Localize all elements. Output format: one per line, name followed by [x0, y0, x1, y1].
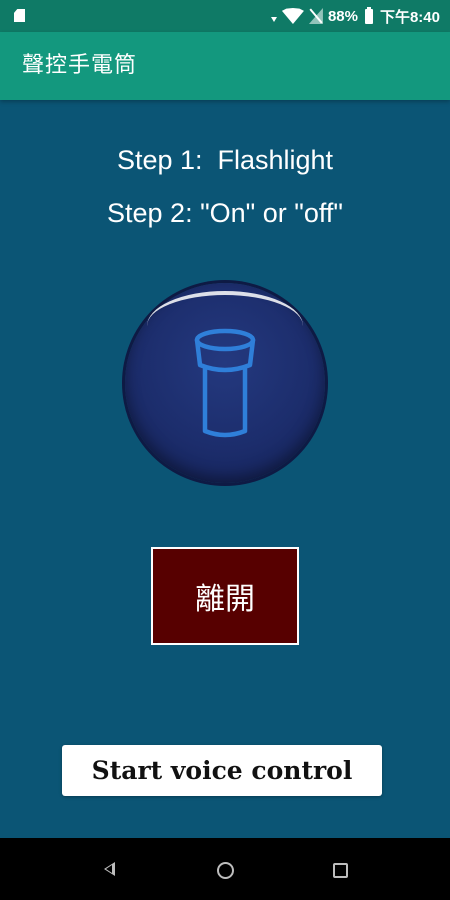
leave-button[interactable]: 離開: [151, 547, 299, 645]
navigation-bar: [0, 838, 450, 900]
app-bar: 聲控手電筒: [0, 32, 450, 100]
step-1-text: Step 1: Flashlight: [116, 145, 334, 175]
home-icon[interactable]: [217, 862, 234, 879]
data-activity-icon: [270, 16, 277, 22]
wifi-icon: [281, 8, 304, 24]
status-indicators: 88% 下午8:40: [270, 0, 440, 32]
recents-icon[interactable]: [333, 863, 348, 878]
back-icon[interactable]: [104, 862, 115, 876]
no-sim-icon: [308, 8, 323, 24]
flashlight-icon: [194, 328, 256, 438]
app-title: 聲控手電筒: [22, 53, 138, 78]
status-time: 下午8:40: [379, 8, 440, 26]
sd-card-icon: [14, 9, 25, 22]
battery-icon: [364, 6, 373, 24]
step-2-text: Step 2: "On" or "off": [107, 198, 343, 228]
battery-percent: 88%: [327, 7, 358, 25]
flashlight-toggle-button[interactable]: [125, 283, 325, 483]
status-bar: 88% 下午8:40: [0, 0, 450, 32]
start-voice-control-button[interactable]: Start voice control: [62, 745, 382, 796]
